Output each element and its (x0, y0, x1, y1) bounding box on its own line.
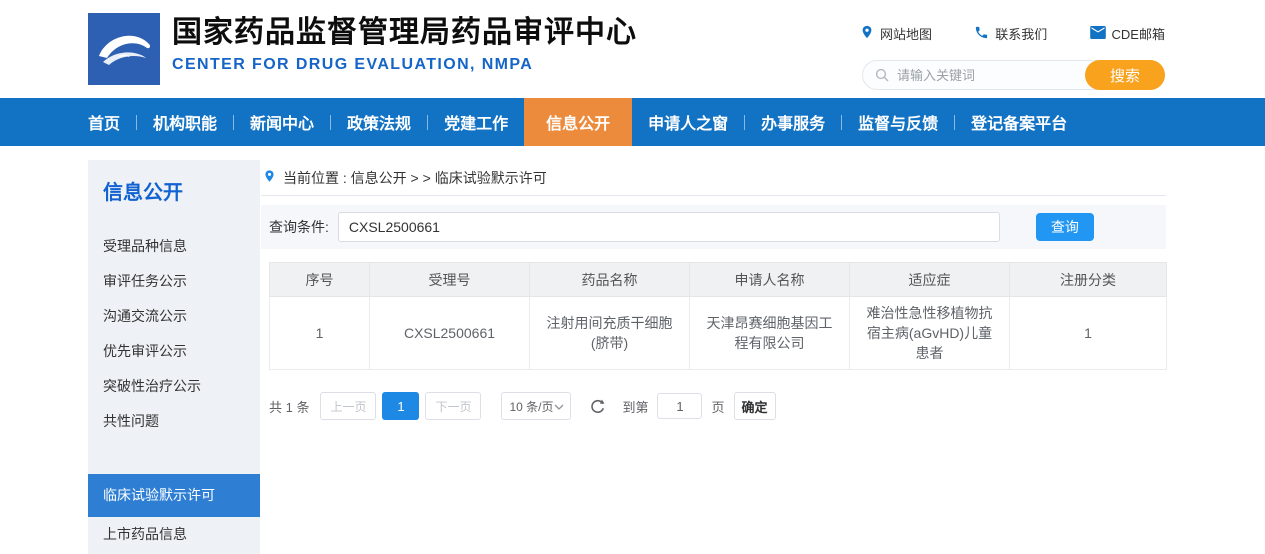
cell-acceptance-no: CXSL2500661 (370, 297, 530, 370)
cell-indication: 难治性急性移植物抗宿主病(aGvHD)儿童患者 (850, 297, 1010, 370)
location-pin-icon (263, 168, 276, 187)
sidebar-title: 信息公开 (103, 182, 260, 205)
query-button[interactable]: 查询 (1036, 213, 1094, 241)
results-table: 序号 受理号 药品名称 申请人名称 适应症 注册分类 1 CXSL2500661… (269, 262, 1167, 370)
sidebar-item-priority-review[interactable]: 优先审评公示 (88, 334, 260, 369)
nav-item-services[interactable]: 办事服务 (745, 98, 841, 146)
breadcrumb-text: 当前位置 : 信息公开 > > 临床试验默示许可 (283, 168, 547, 188)
prev-page-button[interactable]: 上一页 (320, 392, 376, 420)
sidebar-item-marketed-drugs[interactable]: 上市药品信息 (88, 517, 260, 552)
main-nav: 首页 机构职能 新闻中心 政策法规 党建工作 信息公开 申请人之窗 办事服务 监… (0, 98, 1265, 146)
goto-label: 到第 (622, 397, 648, 416)
table-header-row: 序号 受理号 药品名称 申请人名称 适应症 注册分类 (270, 263, 1167, 297)
cde-logo (88, 13, 160, 85)
page-unit-label: 页 (711, 397, 724, 416)
main-content: 当前位置 : 信息公开 > > 临床试验默示许可 查询条件: 查询 序号 受理号… (261, 160, 1166, 420)
next-page-button[interactable]: 下一页 (425, 392, 481, 420)
search-input[interactable] (889, 68, 1085, 83)
nav-item-applicant-window[interactable]: 申请人之窗 (632, 98, 744, 146)
col-header-index: 序号 (270, 263, 370, 297)
sidebar-item-accepted-varieties[interactable]: 受理品种信息 (88, 229, 260, 264)
cde-mail-link[interactable]: CDE邮箱 (1090, 24, 1165, 43)
cell-drug-name: 注射用间充质干细胞(脐带) (530, 297, 690, 370)
current-page-button[interactable]: 1 (382, 392, 419, 420)
search-icon (875, 68, 889, 82)
col-header-registration-class: 注册分类 (1010, 263, 1167, 297)
contact-link[interactable]: 联系我们 (974, 24, 1047, 43)
search-button[interactable]: 搜索 (1085, 60, 1165, 90)
header-utility-links: 网站地图 联系我们 CDE邮箱 (860, 24, 1165, 43)
page-size-value: 10 条/页 (509, 398, 553, 415)
cell-registration-class: 1 (1010, 297, 1167, 370)
sidebar-item-common-issues[interactable]: 共性问题 (88, 404, 260, 439)
col-header-indication: 适应症 (850, 263, 1010, 297)
pagination-total: 共 1 条 (269, 397, 309, 416)
mail-icon (1090, 26, 1106, 42)
site-header: 国家药品监督管理局药品审评中心 CENTER FOR DRUG EVALUATI… (0, 0, 1265, 98)
cell-applicant: 天津昂赛细胞基因工程有限公司 (690, 297, 850, 370)
phone-icon (974, 25, 989, 43)
query-input[interactable] (338, 212, 1000, 242)
nav-item-info-disclosure[interactable]: 信息公开 (524, 98, 632, 146)
nav-item-news[interactable]: 新闻中心 (234, 98, 330, 146)
col-header-drug-name: 药品名称 (530, 263, 690, 297)
breadcrumb: 当前位置 : 信息公开 > > 临床试验默示许可 (261, 160, 1166, 196)
nav-item-supervision[interactable]: 监督与反馈 (842, 98, 954, 146)
table-row: 1 CXSL2500661 注射用间充质干细胞(脐带) 天津昂赛细胞基因工程有限… (270, 297, 1167, 370)
refresh-icon[interactable] (589, 398, 606, 415)
nav-item-home[interactable]: 首页 (88, 98, 136, 146)
chevron-down-icon (554, 399, 564, 413)
nav-item-functions[interactable]: 机构职能 (137, 98, 233, 146)
sitemap-link[interactable]: 网站地图 (860, 24, 932, 43)
sidebar-item-clinical-trial-implied-license[interactable]: 临床试验默示许可 (88, 474, 260, 517)
sidebar-item-review-tasks[interactable]: 审评任务公示 (88, 264, 260, 299)
confirm-button[interactable]: 确定 (734, 392, 776, 420)
pagination: 共 1 条 上一页 1 下一页 10 条/页 到第 页 确定 (269, 392, 1166, 420)
site-title-en: CENTER FOR DRUG EVALUATION, NMPA (172, 56, 637, 74)
sidebar-item-breakthrough-therapy[interactable]: 突破性治疗公示 (88, 369, 260, 404)
cell-index: 1 (270, 297, 370, 370)
map-pin-icon (860, 24, 874, 43)
query-label: 查询条件: (269, 217, 329, 237)
page-size-select[interactable]: 10 条/页 (501, 392, 571, 420)
sidebar-item-communication[interactable]: 沟通交流公示 (88, 299, 260, 334)
nav-item-party[interactable]: 党建工作 (428, 98, 524, 146)
sidebar: 信息公开 受理品种信息 审评任务公示 沟通交流公示 优先审评公示 突破性治疗公示… (88, 160, 260, 554)
site-title-cn: 国家药品监督管理局药品审评中心 (172, 17, 637, 49)
nav-item-policies[interactable]: 政策法规 (331, 98, 427, 146)
site-search: 搜索 (862, 60, 1165, 90)
nav-item-registration-platform[interactable]: 登记备案平台 (955, 98, 1083, 146)
col-header-applicant: 申请人名称 (690, 263, 850, 297)
goto-page-input[interactable] (657, 393, 702, 419)
query-bar: 查询条件: 查询 (261, 205, 1166, 249)
col-header-acceptance-no: 受理号 (370, 263, 530, 297)
